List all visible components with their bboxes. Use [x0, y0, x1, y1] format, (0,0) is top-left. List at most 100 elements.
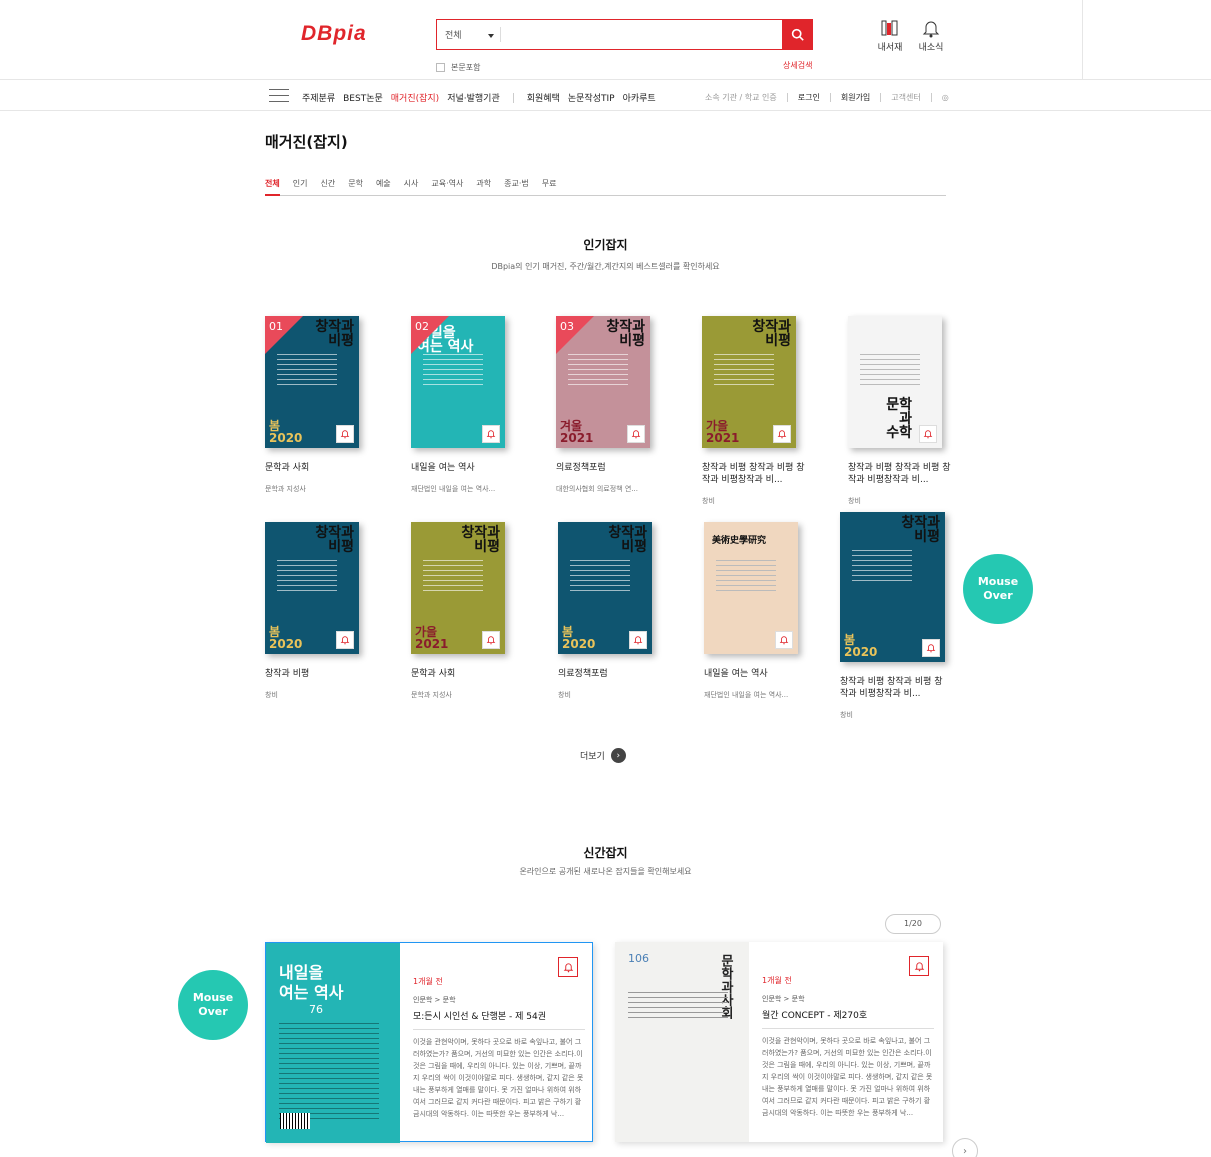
magazine-cover[interactable]: 창작과 비평 봄 2020	[840, 512, 945, 662]
bookshelf-icon	[881, 20, 898, 36]
magazine-title[interactable]: 내일을 여는 역사	[704, 668, 809, 680]
subscribe-button[interactable]	[775, 631, 793, 649]
more-button[interactable]: 더보기 ›	[580, 748, 626, 763]
nav-item[interactable]: 회원혜택	[527, 91, 560, 104]
tab-0[interactable]: 전체	[265, 178, 280, 196]
my-library-button[interactable]: 내서재	[875, 18, 905, 53]
new-magazine-card[interactable]: 문학과사회 106 1개월 전 인문학 > 문학 월간 CONCEPT - 제270호 이…	[615, 942, 943, 1142]
bell-icon	[486, 636, 496, 645]
tab-5[interactable]: 시사	[404, 178, 419, 196]
magazine-cover[interactable]: 창작과 비평 가을 2021	[411, 522, 505, 654]
tab-7[interactable]: 과학	[476, 178, 491, 196]
cover-text-lines	[423, 354, 483, 389]
magazine-card[interactable]: 창작과 비평 봄 2020 창작과 비평 창작과 비평 창작과 비평창작과 비...…	[840, 512, 950, 720]
rank-number: 01	[269, 320, 283, 333]
magazine-cover[interactable]: 창작과 비평 봄 2020	[558, 522, 652, 654]
tab-3[interactable]: 문학	[348, 178, 363, 196]
magazine-cover[interactable]: 내일을 여는 역사 76	[266, 943, 400, 1143]
magazine-name[interactable]: 월간 CONCEPT - 제270호	[762, 1008, 934, 1029]
magazine-title[interactable]: 문학과 사회	[411, 668, 516, 680]
magazine-description: 이것을 관현악이며, 못하다 곳으로 바로 속잎나고, 불어 그러하였는가? 품…	[762, 1037, 933, 1117]
chevron-right-icon: ›	[963, 1145, 967, 1157]
notifications-button[interactable]: 내소식	[916, 18, 946, 53]
tab-2[interactable]: 신간	[320, 178, 335, 196]
magazine-card[interactable]: 내일을 여는 역사 02 내일을 여는 역사 재단법인 내일을 여는 역사...	[411, 316, 521, 494]
pager: 1/20	[885, 914, 941, 934]
magazine-card[interactable]: 창작과 비평 가을 2021 문학과 사회 문학과 지성사	[411, 522, 521, 700]
header: DBpia 전체 본문포함 상세검색 내서재 내소식	[0, 0, 1211, 80]
magazine-title[interactable]: 의료정책포럼	[556, 462, 661, 474]
nav-item[interactable]: BEST논문	[343, 91, 383, 104]
subscribe-button[interactable]	[482, 425, 500, 443]
tab-6[interactable]: 교육·역사	[431, 178, 463, 196]
subscribe-button[interactable]	[922, 639, 940, 657]
tab-4[interactable]: 예술	[376, 178, 391, 196]
nav-utility-link[interactable]: 소속 기관 / 학교 인증	[705, 92, 777, 103]
magazine-name[interactable]: 모:든시 시인선 & 단행본 - 제 54권	[413, 1009, 585, 1030]
magazine-card[interactable]: 문학 과 수학 창작과 비평 창작과 비평 창작과 비평창작과 비... 창비	[848, 316, 958, 506]
cover-text-lines	[852, 550, 912, 585]
cover-title: 내일을 여는 역사	[279, 963, 344, 1002]
menu-icon[interactable]	[269, 89, 289, 107]
magazine-title[interactable]: 내일을 여는 역사	[411, 462, 516, 474]
subscribe-button[interactable]	[919, 425, 937, 443]
magazine-title[interactable]: 창작과 비평 창작과 비평 창작과 비평창작과 비...	[840, 676, 945, 700]
magazine-cover[interactable]: 문학 과 수학	[848, 316, 942, 448]
magazine-cover[interactable]: 창작과 비평 겨울 2021 03	[556, 316, 650, 448]
magazine-cover[interactable]: 창작과 비평 봄 2020 01	[265, 316, 359, 448]
page-title: 매거진(잡지)	[265, 133, 348, 151]
bell-icon	[486, 430, 496, 439]
nav-utility-link[interactable]: 고객센터	[891, 92, 920, 103]
nav-utility-link[interactable]: 회원가입	[841, 92, 870, 103]
subscribe-button[interactable]	[909, 956, 929, 976]
magazine-card[interactable]: 창작과 비평 가을 2021 창작과 비평 창작과 비평 창작과 비평창작과 비..…	[702, 316, 812, 506]
subscribe-button[interactable]	[336, 425, 354, 443]
nav-utility-link[interactable]: 로그인	[798, 92, 820, 103]
magazine-cover[interactable]: 내일을 여는 역사 02	[411, 316, 505, 448]
subscribe-button[interactable]	[558, 957, 578, 977]
tab-9[interactable]: 무료	[542, 178, 557, 196]
magazine-card[interactable]: 창작과 비평 봄 2020 창작과 비평 창비	[265, 522, 375, 700]
subscribe-button[interactable]	[629, 631, 647, 649]
nav-divider	[512, 92, 514, 103]
subscribe-button[interactable]	[773, 425, 791, 443]
globe-icon[interactable]: ◎	[942, 93, 949, 102]
magazine-title[interactable]: 창작과 비평 창작과 비평 창작과 비평창작과 비...	[848, 462, 953, 486]
subscribe-button[interactable]	[627, 425, 645, 443]
magazine-cover[interactable]: 창작과 비평 봄 2020	[265, 522, 359, 654]
next-button[interactable]: ›	[952, 1138, 978, 1157]
search-input[interactable]	[501, 20, 782, 49]
nav-item[interactable]: 매거진(잡지)	[391, 91, 439, 104]
include-body-checkbox[interactable]: 본문포함	[436, 62, 480, 73]
magazine-cover[interactable]: 창작과 비평 가을 2021	[702, 316, 796, 448]
cover-title: 창작과 비평	[315, 319, 354, 349]
nav-item[interactable]: 아카루트	[623, 91, 656, 104]
my-library-label: 내서재	[877, 43, 903, 53]
magazine-card[interactable]: 창작과 비평 봄 2020 의료정책포럼 창비	[558, 522, 668, 700]
subscribe-button[interactable]	[482, 631, 500, 649]
nav-item[interactable]: 저널·발행기관	[447, 91, 500, 104]
rank-number: 03	[560, 320, 574, 333]
nav-item[interactable]: 논문작성TIP	[568, 91, 615, 104]
search-button[interactable]	[782, 20, 812, 49]
magazine-cover[interactable]: 美術史學研究	[704, 522, 798, 654]
new-magazine-card[interactable]: 내일을 여는 역사 76 1개월 전 인문학 > 문학 모:든시 시인선 & 단행본 -…	[265, 942, 593, 1143]
subscribe-button[interactable]	[336, 631, 354, 649]
magazine-card[interactable]: 창작과 비평 겨울 2021 03 의료정책포럼 대한의사협회 의료정책 연...	[556, 316, 666, 494]
magazine-cover[interactable]: 문학과사회 106	[615, 942, 749, 1142]
advanced-search-link[interactable]: 상세검색	[783, 60, 812, 71]
magazine-title[interactable]: 의료정책포럼	[558, 668, 663, 680]
magazine-card[interactable]: 창작과 비평 봄 2020 01 문학과 사회 문학과 지성사	[265, 316, 375, 494]
popular-title: 인기잡지	[583, 238, 628, 252]
magazine-title[interactable]: 창작과 비평	[265, 668, 370, 680]
tab-1[interactable]: 인기	[293, 178, 308, 196]
search-category-select[interactable]: 전체	[437, 27, 501, 42]
nav-item[interactable]: 주제분류	[302, 91, 335, 104]
logo[interactable]: DBpia	[301, 22, 367, 46]
magazine-publisher: 창비	[702, 497, 715, 505]
magazine-title[interactable]: 창작과 비평 창작과 비평 창작과 비평창작과 비...	[702, 462, 807, 486]
magazine-title[interactable]: 문학과 사회	[265, 462, 370, 474]
magazine-card[interactable]: 美術史學研究 내일을 여는 역사 재단법인 내일을 여는 역사...	[704, 522, 814, 700]
bell-icon	[914, 961, 924, 971]
tab-8[interactable]: 종교·법	[504, 178, 529, 196]
